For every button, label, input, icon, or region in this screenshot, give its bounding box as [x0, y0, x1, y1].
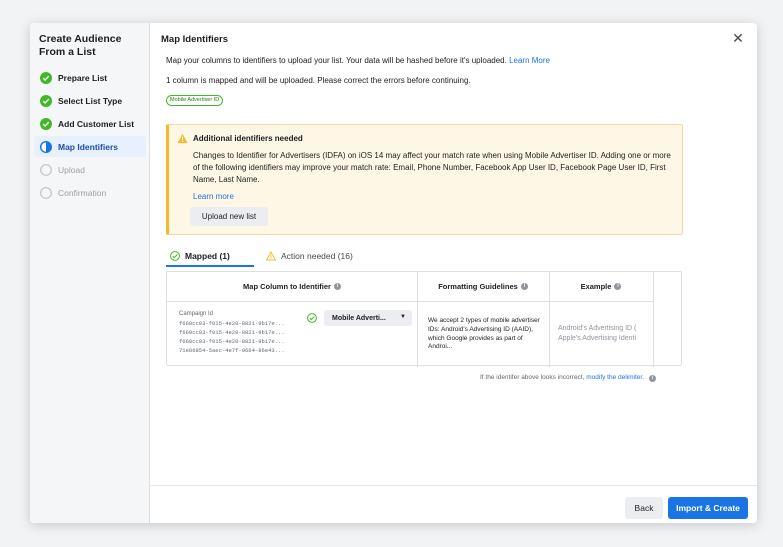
half-circle-icon	[40, 140, 52, 153]
caret-down-icon: ▼	[400, 314, 406, 320]
step-label: Upload	[58, 164, 85, 175]
info-icon[interactable]: i	[333, 283, 341, 290]
alert-learn-more-link[interactable]: Learn more	[193, 192, 234, 201]
step-label: Map Identifiers	[58, 141, 118, 152]
identifier-select-value: Mobile Adverti...	[332, 314, 386, 322]
upload-new-list-button[interactable]: Upload new list	[190, 207, 268, 226]
check-circle-icon	[40, 94, 52, 107]
footer-divider	[150, 485, 757, 486]
step-label: Confirmation	[58, 187, 107, 198]
check-circle-outline-icon	[170, 251, 180, 261]
sample-value: f660cc03-f015-4e20-8821-9b17e...	[179, 329, 285, 336]
sidebar-title: Create Audience From a List	[39, 33, 122, 58]
warning-icon	[177, 133, 188, 144]
modify-delimiter-link[interactable]: modify the delimiter.	[586, 374, 644, 381]
mapping-tabs: Mapped (1) Action needed (16)	[166, 245, 681, 267]
import-create-button[interactable]: Import & Create	[668, 497, 748, 519]
column-sample-values: Campaign Id f660cc03-f015-4e20-8821-9b17…	[179, 310, 285, 355]
empty-circle-icon	[40, 186, 52, 199]
step-select-list-type[interactable]: Select List Type	[34, 90, 146, 111]
steps-sidebar: Create Audience From a List Prepare List…	[30, 23, 150, 523]
check-circle-icon	[40, 71, 52, 84]
step-map-identifiers[interactable]: Map Identifiers	[34, 136, 146, 157]
tab-label: Mapped (1)	[185, 251, 230, 261]
column-divider	[549, 272, 550, 367]
close-icon[interactable]: ✕	[731, 31, 745, 45]
create-audience-dialog: Create Audience From a List Prepare List…	[30, 23, 757, 523]
active-tab-indicator	[166, 265, 254, 267]
delimiter-text: If the identifer above looks incorrect,	[480, 374, 585, 381]
alert-body: Changes to Identifier for Advertisers (I…	[193, 151, 671, 184]
empty-circle-icon	[40, 163, 52, 176]
header-formatting-guidelines: Formatting Guidelines i	[417, 272, 549, 302]
example-value: Android's Advertising ID (	[558, 325, 637, 332]
step-label: Prepare List	[58, 72, 108, 83]
info-icon[interactable]: i	[614, 283, 622, 290]
step-confirmation: Confirmation	[34, 182, 146, 203]
column-divider	[417, 272, 418, 367]
header-label: Example	[580, 282, 612, 291]
description-text: Map your columns to identifiers to uploa…	[166, 56, 507, 65]
warning-alert: Additional identifiers needed Changes to…	[166, 124, 683, 235]
example-values: Android's Advertising ID ( Apple's Adver…	[558, 324, 670, 344]
header-example: Example i	[549, 272, 653, 302]
tab-mapped[interactable]: Mapped (1)	[170, 245, 230, 267]
info-icon[interactable]: i	[520, 283, 528, 290]
tab-label: Action needed (16)	[281, 251, 353, 261]
column-name: Campaign Id	[179, 311, 214, 317]
alert-title: Additional identifiers needed	[193, 134, 303, 143]
identifier-chip: Mobile Advertiser ID	[166, 95, 224, 106]
tab-action-needed[interactable]: Action needed (16)	[266, 245, 353, 267]
sample-value: 71e86854-5aec-4e7f-9664-86e43...	[179, 347, 285, 354]
column-divider	[653, 272, 654, 367]
example-value: Apple's Advertising Identi	[558, 335, 636, 342]
check-circle-icon	[40, 117, 52, 130]
step-prepare-list[interactable]: Prepare List	[34, 67, 146, 88]
mapped-status: 1 column is mapped and will be uploaded.…	[166, 76, 471, 85]
page-title: Map Identifiers	[161, 34, 229, 45]
back-button[interactable]: Back	[625, 497, 663, 519]
identifier-select[interactable]: Mobile Adverti... ▼	[324, 310, 412, 326]
warning-outline-icon	[266, 251, 276, 261]
main-panel: Map Identifiers ✕ Map your columns to id…	[150, 23, 757, 523]
header-label: Formatting Guidelines	[438, 282, 518, 291]
header-map-column: Map Column to Identifier i	[167, 272, 417, 302]
header-label: Map Column to Identifier	[243, 282, 331, 291]
check-circle-outline-icon	[307, 313, 317, 323]
step-label: Add Customer List	[58, 118, 135, 129]
info-icon[interactable]: i	[648, 375, 656, 382]
description: Map your columns to identifiers to uploa…	[166, 56, 550, 65]
step-upload: Upload	[34, 159, 146, 180]
sample-value: f660cc03-f015-4e20-8821-9b17e...	[179, 320, 285, 327]
step-label: Select List Type	[58, 95, 123, 106]
step-add-customer-list[interactable]: Add Customer List	[34, 113, 146, 134]
formatting-guidelines-text: We accept 2 types of mobile advertiser I…	[428, 317, 540, 351]
mapping-table: Map Column to Identifier i Formatting Gui…	[166, 271, 682, 367]
learn-more-link[interactable]: Learn More	[509, 56, 550, 65]
sample-value: f660cc03-f015-4e20-8821-9b17e...	[179, 338, 285, 345]
delimiter-note: If the identifer above looks incorrect, …	[480, 374, 656, 382]
